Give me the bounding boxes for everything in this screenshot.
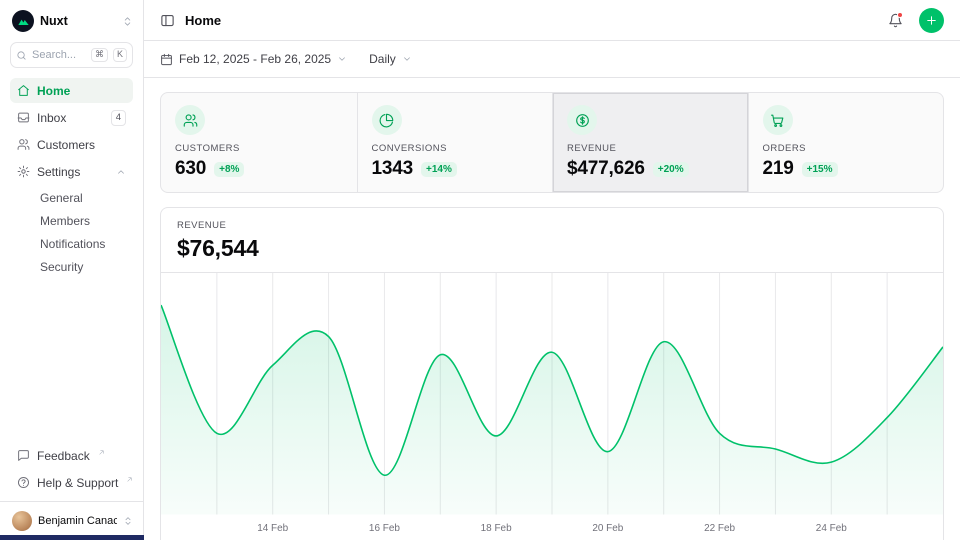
stat-card-revenue[interactable]: REVENUE $477,626 +20%	[552, 93, 748, 192]
inbox-count-badge: 4	[111, 110, 126, 126]
svg-text:24 Feb: 24 Feb	[816, 523, 848, 534]
home-icon	[17, 84, 30, 97]
user-name: Benjamin Canac	[38, 515, 117, 527]
sidebar-item-label: Help & Support	[37, 476, 118, 490]
stat-delta-badge: +15%	[802, 162, 838, 177]
granularity-select[interactable]: Daily	[369, 52, 412, 66]
external-link-icon	[98, 449, 105, 456]
stat-card-conversions[interactable]: CONVERSIONS 1343 +14%	[357, 93, 553, 192]
kbd-meta: ⌘	[91, 48, 108, 62]
page-title: Home	[185, 13, 221, 28]
search-icon	[16, 50, 27, 61]
search-input[interactable]: Search... ⌘ K	[10, 42, 133, 68]
chart-title: REVENUE	[177, 220, 927, 231]
sidebar-item-label: Settings	[37, 165, 80, 179]
stat-value: $477,626	[567, 158, 645, 180]
chart-total-value: $76,544	[177, 235, 927, 262]
stat-label: CONVERSIONS	[372, 143, 539, 154]
svg-text:16 Feb: 16 Feb	[369, 523, 401, 534]
stat-label: CUSTOMERS	[175, 143, 343, 154]
workspace-name: Nuxt	[40, 14, 116, 28]
users-icon	[175, 105, 205, 135]
sidebar-item-customers[interactable]: Customers	[10, 132, 133, 157]
sidebar-item-feedback[interactable]: Feedback	[10, 443, 133, 468]
inbox-icon	[17, 111, 30, 124]
revenue-chart-card: REVENUE $76,544 14 Feb 16 Feb 18 Feb 20 Feb…	[160, 207, 944, 540]
sidebar-item-label: Inbox	[37, 111, 66, 125]
svg-text:22 Feb: 22 Feb	[704, 523, 736, 534]
sidebar-item-help-support[interactable]: Help & Support	[10, 470, 133, 495]
chevron-up-icon	[116, 167, 126, 177]
stat-value: 630	[175, 158, 206, 180]
stat-delta-badge: +8%	[214, 162, 244, 177]
stat-value: 219	[763, 158, 794, 180]
sidebar-item-inbox[interactable]: Inbox 4	[10, 105, 133, 130]
chart-xticks: 14 Feb 16 Feb 18 Feb 20 Feb 22 Feb 24 Feb	[257, 523, 847, 534]
filter-toolbar: Feb 12, 2025 - Feb 26, 2025 Daily	[144, 41, 960, 78]
kbd-key: K	[113, 48, 127, 62]
chevron-down-icon	[402, 54, 412, 64]
sidebar-item-label: General	[40, 191, 83, 205]
revenue-chart-header: REVENUE $76,544	[161, 208, 943, 273]
gear-icon	[17, 165, 30, 178]
dashboard-content: CUSTOMERS 630 +8% CONVERSIONS 1343 +14%	[144, 78, 960, 540]
sidebar-nav: Home Inbox 4 Customers Settings	[0, 78, 143, 278]
sidebar-item-label: Security	[40, 260, 83, 274]
chevron-up-down-icon	[122, 16, 133, 27]
granularity-label: Daily	[369, 52, 396, 66]
sidebar-item-members[interactable]: Members	[10, 209, 133, 232]
svg-text:14 Feb: 14 Feb	[257, 523, 289, 534]
svg-text:18 Feb: 18 Feb	[481, 523, 513, 534]
sidebar-item-label: Members	[40, 214, 90, 228]
users-icon	[17, 138, 30, 151]
main-panel: Home Feb 12, 2025 - Feb 26, 2025	[144, 0, 960, 540]
window-bottom-edge	[0, 535, 144, 540]
sidebar-item-general[interactable]: General	[10, 186, 133, 209]
sidebar-toggle-button[interactable]	[160, 13, 175, 28]
pie-chart-icon	[372, 105, 402, 135]
stat-delta-badge: +14%	[421, 162, 457, 177]
external-link-icon	[126, 476, 133, 483]
notification-dot	[897, 12, 903, 18]
question-circle-icon	[17, 476, 30, 489]
sidebar-item-notifications[interactable]: Notifications	[10, 232, 133, 255]
nuxt-logo-icon	[12, 10, 34, 32]
sidebar-item-label: Home	[37, 84, 70, 98]
sidebar-item-home[interactable]: Home	[10, 78, 133, 103]
add-button[interactable]	[919, 8, 944, 33]
stat-card-customers[interactable]: CUSTOMERS 630 +8%	[161, 93, 357, 192]
app-window: Nuxt Search... ⌘ K Home	[0, 0, 960, 540]
chevron-up-down-icon	[123, 516, 133, 526]
sidebar: Nuxt Search... ⌘ K Home	[0, 0, 144, 540]
notifications-button[interactable]	[888, 13, 903, 28]
stat-label: ORDERS	[763, 143, 930, 154]
cart-icon	[763, 105, 793, 135]
stat-card-orders[interactable]: ORDERS 219 +15%	[748, 93, 944, 192]
page-header: Home	[144, 0, 960, 41]
dollar-circle-icon	[567, 105, 597, 135]
sidebar-item-label: Customers	[37, 138, 95, 152]
stat-label: REVENUE	[567, 143, 734, 154]
date-range-label: Feb 12, 2025 - Feb 26, 2025	[179, 52, 331, 66]
svg-text:20 Feb: 20 Feb	[592, 523, 624, 534]
sidebar-item-label: Notifications	[40, 237, 105, 251]
search-placeholder: Search...	[32, 49, 86, 61]
stat-value: 1343	[372, 158, 414, 180]
sidebar-footer-nav: Feedback Help & Support	[0, 443, 143, 501]
date-range-picker[interactable]: Feb 12, 2025 - Feb 26, 2025	[160, 52, 347, 66]
sidebar-item-security[interactable]: Security	[10, 255, 133, 278]
avatar	[12, 511, 32, 531]
header-actions	[888, 8, 944, 33]
sidebar-item-settings[interactable]: Settings	[10, 159, 133, 184]
workspace-switcher[interactable]: Nuxt	[0, 0, 143, 40]
stat-delta-badge: +20%	[653, 162, 689, 177]
settings-submenu: General Members Notifications Security	[10, 186, 133, 278]
stats-row: CUSTOMERS 630 +8% CONVERSIONS 1343 +14%	[160, 92, 944, 193]
chat-bubble-icon	[17, 449, 30, 462]
sidebar-item-label: Feedback	[37, 449, 90, 463]
revenue-chart[interactable]: 14 Feb 16 Feb 18 Feb 20 Feb 22 Feb 24 Feb	[161, 273, 943, 540]
chevron-down-icon	[337, 54, 347, 64]
sidebar-spacer	[0, 278, 143, 443]
calendar-icon	[160, 53, 173, 66]
